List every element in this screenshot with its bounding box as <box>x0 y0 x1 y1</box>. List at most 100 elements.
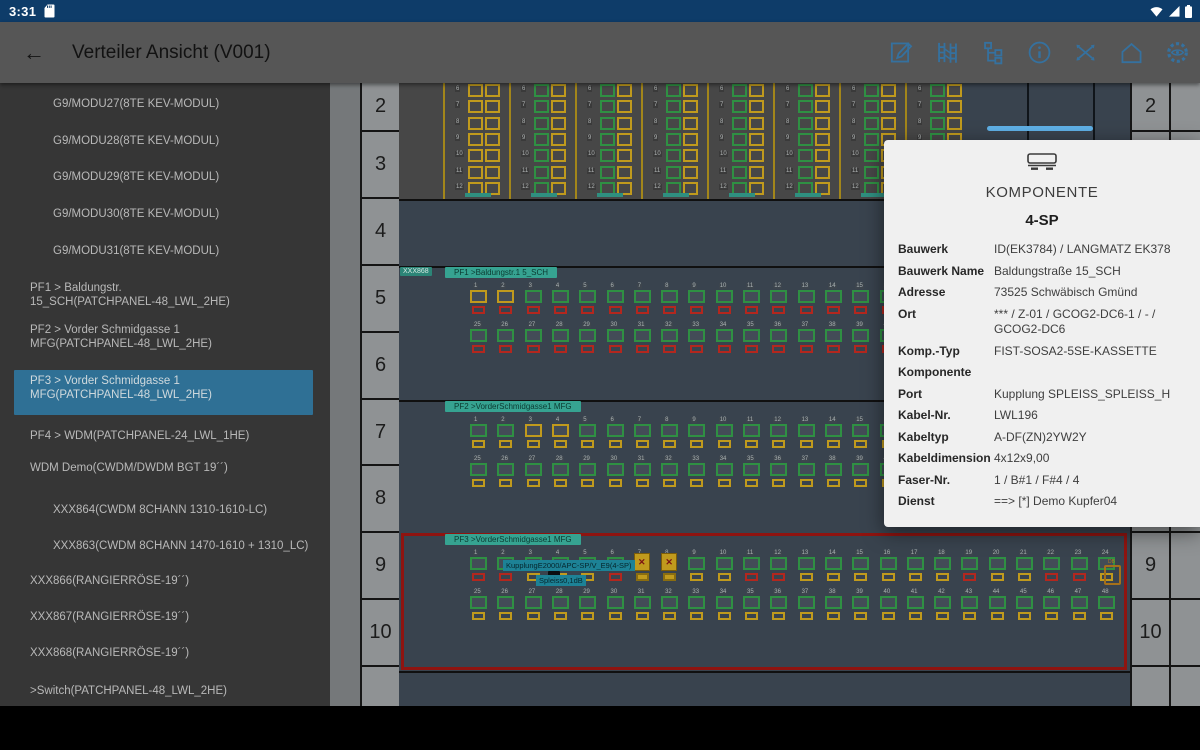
sidebar-item[interactable]: G9/MODU29(8TE KEV-MODUL) <box>53 171 219 185</box>
module-port-right[interactable] <box>815 100 830 113</box>
port-rect[interactable] <box>1045 573 1058 581</box>
port-rect[interactable] <box>827 306 840 314</box>
port[interactable] <box>470 463 487 476</box>
port[interactable] <box>634 463 651 476</box>
module-port-left[interactable] <box>600 84 615 97</box>
port-rect[interactable] <box>1073 573 1086 581</box>
port-rect[interactable] <box>554 612 567 620</box>
port-rect[interactable] <box>963 573 976 581</box>
port[interactable] <box>743 557 760 570</box>
module-port-right[interactable] <box>551 100 566 113</box>
port[interactable] <box>961 596 978 609</box>
port[interactable] <box>470 596 487 609</box>
port[interactable] <box>907 596 924 609</box>
port-rect[interactable] <box>499 612 512 620</box>
module-port-right[interactable] <box>947 117 962 130</box>
port-rect[interactable] <box>554 479 567 487</box>
module-port-left[interactable] <box>864 133 879 146</box>
port-rect[interactable] <box>636 345 649 353</box>
sidebar-item[interactable]: XXX864(CWDM 8CHANN 1310-1610-LC) <box>53 504 267 518</box>
module-port-right[interactable] <box>551 133 566 146</box>
port[interactable] <box>989 596 1006 609</box>
port-rect[interactable] <box>690 306 703 314</box>
rack-transfer-icon[interactable] <box>933 38 962 67</box>
port[interactable] <box>798 290 815 303</box>
port[interactable] <box>743 596 760 609</box>
port-rect[interactable] <box>772 440 785 448</box>
port-rect[interactable] <box>690 573 703 581</box>
module-port-left[interactable] <box>534 100 549 113</box>
module-port-left[interactable] <box>600 149 615 162</box>
port[interactable] <box>1016 557 1033 570</box>
port-rect[interactable] <box>527 479 540 487</box>
port[interactable] <box>497 290 514 303</box>
module-port-left[interactable] <box>732 117 747 130</box>
module-port-left[interactable] <box>468 166 483 179</box>
module-port-left[interactable] <box>468 133 483 146</box>
port-rect[interactable] <box>827 573 840 581</box>
port-rect[interactable] <box>663 573 676 581</box>
module-port-left[interactable] <box>534 166 549 179</box>
module-port-right[interactable] <box>749 84 764 97</box>
back-button[interactable]: ← <box>22 41 46 65</box>
module-port-right[interactable] <box>617 149 632 162</box>
port[interactable] <box>716 290 733 303</box>
module-port-left[interactable] <box>534 84 549 97</box>
port[interactable] <box>688 557 705 570</box>
port-rect[interactable] <box>963 612 976 620</box>
port[interactable] <box>798 329 815 342</box>
port[interactable] <box>688 290 705 303</box>
module-port-right[interactable] <box>485 84 500 97</box>
port-rect[interactable] <box>472 479 485 487</box>
port[interactable] <box>607 290 624 303</box>
port[interactable] <box>852 290 869 303</box>
module-port-right[interactable] <box>551 84 566 97</box>
port[interactable] <box>798 463 815 476</box>
module-port-right[interactable] <box>683 100 698 113</box>
module-port-right[interactable] <box>617 84 632 97</box>
port-rect[interactable] <box>909 612 922 620</box>
port-rect[interactable] <box>554 440 567 448</box>
port[interactable] <box>497 424 514 437</box>
port[interactable] <box>907 557 924 570</box>
port[interactable] <box>661 463 678 476</box>
port-rect[interactable] <box>663 306 676 314</box>
port-rect[interactable] <box>827 440 840 448</box>
port-rect[interactable] <box>581 345 594 353</box>
port[interactable] <box>688 596 705 609</box>
port[interactable] <box>825 557 842 570</box>
port-rect[interactable] <box>499 306 512 314</box>
port[interactable] <box>470 557 487 570</box>
module-port-left[interactable] <box>600 133 615 146</box>
module-port-right[interactable] <box>551 149 566 162</box>
edit-icon[interactable] <box>887 38 916 67</box>
port[interactable] <box>716 424 733 437</box>
module-port-left[interactable] <box>864 84 879 97</box>
port-rect[interactable] <box>472 345 485 353</box>
port[interactable] <box>880 557 897 570</box>
port-rect[interactable] <box>636 440 649 448</box>
port[interactable] <box>552 596 569 609</box>
module-port-left[interactable] <box>468 100 483 113</box>
port-rect[interactable] <box>472 440 485 448</box>
sidebar-item[interactable]: PF2 > Vorder Schmidgasse 1MFG(PATCHPANEL… <box>30 324 212 351</box>
port[interactable] <box>743 463 760 476</box>
port[interactable] <box>688 329 705 342</box>
port-rect[interactable] <box>827 612 840 620</box>
port[interactable] <box>825 424 842 437</box>
module-port-right[interactable] <box>749 133 764 146</box>
port-rect[interactable] <box>936 573 949 581</box>
module-port-right[interactable] <box>947 100 962 113</box>
port-rect[interactable] <box>1073 612 1086 620</box>
port[interactable] <box>661 424 678 437</box>
port[interactable] <box>798 596 815 609</box>
port[interactable] <box>770 463 787 476</box>
sidebar-item[interactable]: PF3 > Vorder Schmidgasse 1MFG(PATCHPANEL… <box>30 375 212 402</box>
port[interactable] <box>607 424 624 437</box>
module-port-left[interactable] <box>666 84 681 97</box>
port-rect[interactable] <box>800 573 813 581</box>
port-rect[interactable] <box>772 573 785 581</box>
port[interactable] <box>716 596 733 609</box>
port-rect[interactable] <box>636 573 649 581</box>
port[interactable] <box>634 329 651 342</box>
